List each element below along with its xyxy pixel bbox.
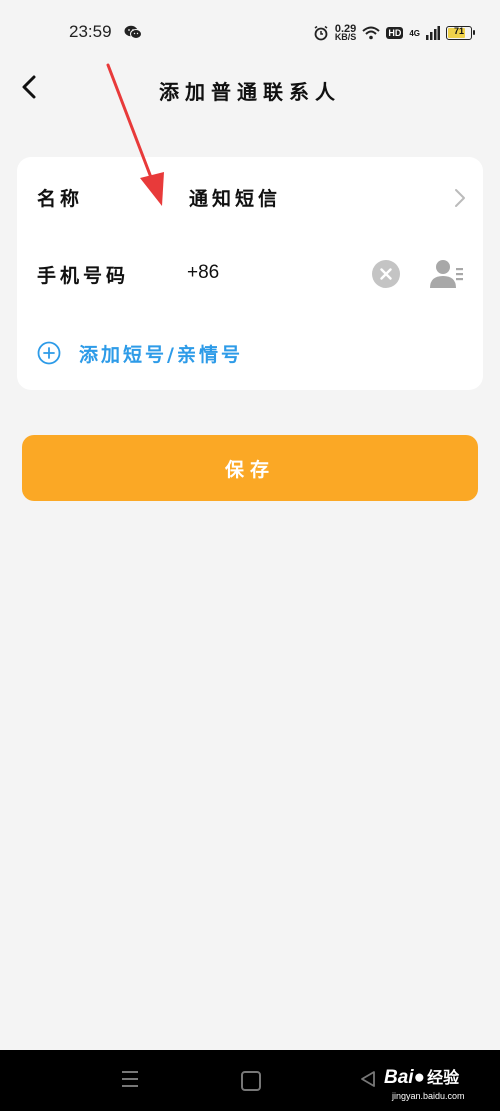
phone-input[interactable]	[187, 257, 367, 289]
close-icon	[380, 268, 392, 280]
chevron-right-icon[interactable]	[453, 187, 467, 209]
clear-button[interactable]	[372, 260, 400, 288]
network-speed: 0.29 KB/S	[334, 23, 357, 42]
watermark-suffix: 经验	[427, 1070, 460, 1087]
add-circle-icon	[37, 341, 61, 365]
contact-picker-icon[interactable]	[429, 257, 465, 291]
phone-label: 手机号码	[37, 265, 130, 287]
add-short-number-label: 添加短号/亲情号	[79, 343, 243, 366]
watermark-brand: Bai	[384, 1067, 414, 1088]
contact-form-card: 名称 通知短信 手机号码 添加短号/亲情号	[17, 157, 483, 390]
menu-icon[interactable]	[120, 1069, 140, 1089]
system-nav-bar: Bai● 经验 jingyan.baidu.com	[0, 1050, 500, 1111]
wifi-icon	[362, 26, 380, 40]
status-time: 23:59	[69, 22, 112, 41]
name-value[interactable]: 通知短信	[189, 184, 281, 211]
add-short-number-button[interactable]: 添加短号/亲情号	[37, 337, 243, 369]
save-button[interactable]: 保存	[22, 435, 478, 501]
baidu-watermark: Bai● 经验	[384, 1064, 459, 1089]
name-label: 名称	[37, 188, 84, 210]
nav-header: 添加普通联系人	[0, 60, 500, 116]
battery-level: 71	[453, 26, 464, 36]
status-bar: 23:59 0.29 KB/S HD 4G 71	[0, 0, 500, 60]
battery-icon: 71	[446, 26, 475, 40]
alarm-icon	[314, 25, 328, 41]
status-icons: 0.29 KB/S HD 4G 71	[313, 22, 475, 44]
paw-icon: ●	[413, 1067, 426, 1088]
wechat-icon	[124, 25, 142, 39]
network-type: 4G	[409, 28, 420, 38]
hd-badge: HD	[386, 27, 404, 39]
signal-icon	[426, 26, 440, 40]
page-title: 添加普通联系人	[159, 80, 341, 104]
watermark-url: jingyan.baidu.com	[392, 1091, 465, 1101]
system-back-icon[interactable]	[360, 1070, 376, 1088]
home-button[interactable]	[241, 1071, 261, 1091]
